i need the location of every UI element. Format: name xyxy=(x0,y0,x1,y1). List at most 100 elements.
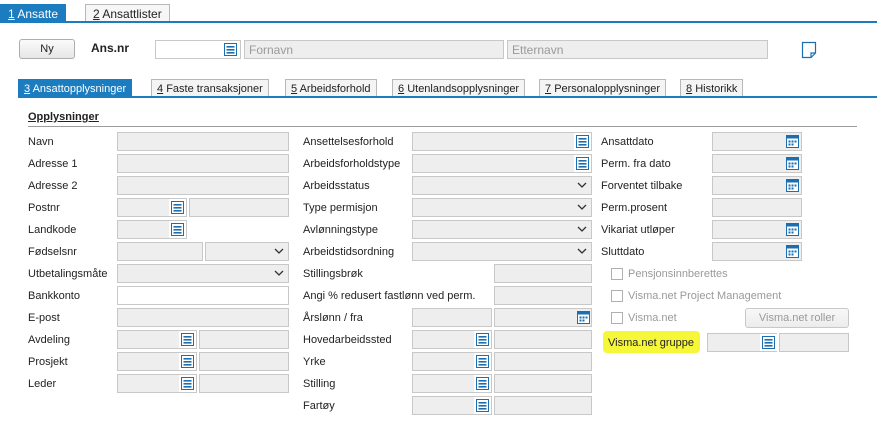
calendar-icon[interactable] xyxy=(577,310,592,325)
label-adresse1: Adresse 1 xyxy=(28,158,78,170)
label-bankkonto: Bankkonto xyxy=(28,290,80,302)
chevron-down-icon xyxy=(274,268,284,281)
label-angi-redusert: Angi % redusert fastlønn ved perm. xyxy=(303,290,476,302)
label-adresse2: Adresse 2 xyxy=(28,180,78,192)
calendar-icon[interactable] xyxy=(786,222,801,237)
note-icon[interactable] xyxy=(801,41,817,62)
label-arbeidsstatus: Arbeidsstatus xyxy=(303,180,370,192)
tab-ansattlister-num: 2 xyxy=(93,7,100,21)
label-landkode: Landkode xyxy=(28,224,77,236)
section-divider xyxy=(28,126,857,127)
label-ansettelsesforhold: Ansettelsesforhold xyxy=(303,136,394,148)
etternavn-field[interactable]: Etternavn xyxy=(507,40,768,59)
prosjekt-lookup-icon[interactable] xyxy=(179,353,196,370)
chevron-down-icon xyxy=(577,246,587,259)
fartoy-lookup-icon[interactable] xyxy=(474,397,491,414)
pensjonsinnberettes-checkbox[interactable] xyxy=(611,268,623,280)
bankkonto-field[interactable] xyxy=(117,286,289,305)
tab-ansatte[interactable]: 1 Ansatte xyxy=(0,4,67,22)
tab-7-label: Personalopplysninger xyxy=(554,83,660,95)
arslonn-field[interactable] xyxy=(412,308,492,327)
poststed-field[interactable] xyxy=(189,198,289,217)
ansnr-lookup-icon[interactable] xyxy=(222,41,239,58)
stilling-name-field[interactable] xyxy=(494,374,592,393)
avdeling-lookup-icon[interactable] xyxy=(179,331,196,348)
tab-6-num: 6 xyxy=(398,83,405,95)
tab-ansattlister[interactable]: 2 Ansattlister xyxy=(85,4,170,22)
utbetalingsmate-dropdown[interactable] xyxy=(117,264,289,283)
avlonningstype-dropdown[interactable] xyxy=(412,220,592,239)
top-tab-bar: 1 Ansatte 2 Ansattlister xyxy=(0,0,877,22)
tab-6-label: Utenlandsopplysninger xyxy=(407,83,520,95)
visma-gruppe-name-field[interactable] xyxy=(779,333,849,352)
new-button[interactable]: Ny xyxy=(19,39,75,59)
yrke-lookup-icon[interactable] xyxy=(474,353,491,370)
tab-5-label: Arbeidsforhold xyxy=(299,83,371,95)
calendar-icon[interactable] xyxy=(786,156,801,171)
hovedarbeidssted-name-field[interactable] xyxy=(494,330,592,349)
fartoy-name-field[interactable] xyxy=(494,396,592,415)
visma-gruppe-lookup-icon[interactable] xyxy=(760,334,777,351)
label-type-permisjon: Type permisjon xyxy=(303,202,378,214)
angi-redusert-field[interactable] xyxy=(494,286,592,305)
navn-field[interactable] xyxy=(117,132,289,151)
label-visma-gruppe: Visma.net gruppe xyxy=(608,337,695,349)
leder-name-field[interactable] xyxy=(199,374,289,393)
top-tab-underline xyxy=(0,21,877,23)
label-leder: Leder xyxy=(28,378,57,390)
stillingsbrok-field[interactable] xyxy=(494,264,592,283)
stilling-lookup-icon[interactable] xyxy=(474,375,491,392)
calendar-icon[interactable] xyxy=(786,178,801,193)
label-navn: Navn xyxy=(28,136,54,148)
chevron-down-icon xyxy=(577,180,587,193)
hovedarbeidssted-lookup-icon[interactable] xyxy=(474,331,491,348)
section-title: Opplysninger xyxy=(28,111,99,123)
tab-ansatte-label: Ansatte xyxy=(17,7,59,21)
type-permisjon-dropdown[interactable] xyxy=(412,198,592,217)
visma-net-checkbox[interactable] xyxy=(611,312,623,324)
perm-prosent-field[interactable] xyxy=(712,198,802,217)
yrke-name-field[interactable] xyxy=(494,352,592,371)
visma-roller-button[interactable]: Visma.net roller xyxy=(745,308,849,328)
tab-3-num: 3 xyxy=(24,83,31,95)
epost-field[interactable] xyxy=(117,308,289,327)
label-fodselsnr: Fødselsnr xyxy=(28,246,77,258)
label-postnr: Postnr xyxy=(28,202,60,214)
adresse1-field[interactable] xyxy=(117,154,289,173)
fornavn-field[interactable]: Fornavn xyxy=(244,40,504,59)
arbeidsforholdstype-field[interactable] xyxy=(412,154,592,173)
landkode-lookup-icon[interactable] xyxy=(169,221,186,238)
tab-8-num: 8 xyxy=(686,83,693,95)
fodselsnr-field[interactable] xyxy=(117,242,203,261)
arbeidsforholdstype-lookup-icon[interactable] xyxy=(574,155,591,172)
postnr-lookup-icon[interactable] xyxy=(169,199,186,216)
ansettelsesforhold-lookup-icon[interactable] xyxy=(574,133,591,150)
prosjekt-name-field[interactable] xyxy=(199,352,289,371)
chevron-down-icon xyxy=(577,224,587,237)
leder-lookup-icon[interactable] xyxy=(179,375,196,392)
calendar-icon[interactable] xyxy=(786,244,801,259)
sub-tab-underline xyxy=(18,96,877,98)
avdeling-name-field[interactable] xyxy=(199,330,289,349)
label-arbeidsforholdstype: Arbeidsforholdstype xyxy=(303,158,401,170)
label-pensjonsinnberettes: Pensjonsinnberettes xyxy=(628,268,728,280)
calendar-icon[interactable] xyxy=(786,134,801,149)
label-hovedarbeidssted: Hovedarbeidssted xyxy=(303,334,392,346)
tab-5-num: 5 xyxy=(291,83,298,95)
label-yrke: Yrke xyxy=(303,356,326,368)
label-ansattdato: Ansattdato xyxy=(601,136,654,148)
arbeidstidsordning-dropdown[interactable] xyxy=(412,242,592,261)
tab-4-num: 4 xyxy=(157,83,164,95)
etternavn-placeholder: Etternavn xyxy=(512,43,564,57)
label-avdeling: Avdeling xyxy=(28,334,70,346)
visma-pm-checkbox[interactable] xyxy=(611,290,623,302)
label-stillingsbrok: Stillingsbrøk xyxy=(303,268,363,280)
fodselsnr-type-dropdown[interactable] xyxy=(205,242,289,261)
chevron-down-icon xyxy=(577,202,587,215)
label-stilling: Stilling xyxy=(303,378,336,390)
tab-7-num: 7 xyxy=(545,83,552,95)
ansettelsesforhold-field[interactable] xyxy=(412,132,592,151)
arbeidsstatus-dropdown[interactable] xyxy=(412,176,592,195)
label-arbeidstidsordning: Arbeidstidsordning xyxy=(303,246,395,258)
adresse2-field[interactable] xyxy=(117,176,289,195)
